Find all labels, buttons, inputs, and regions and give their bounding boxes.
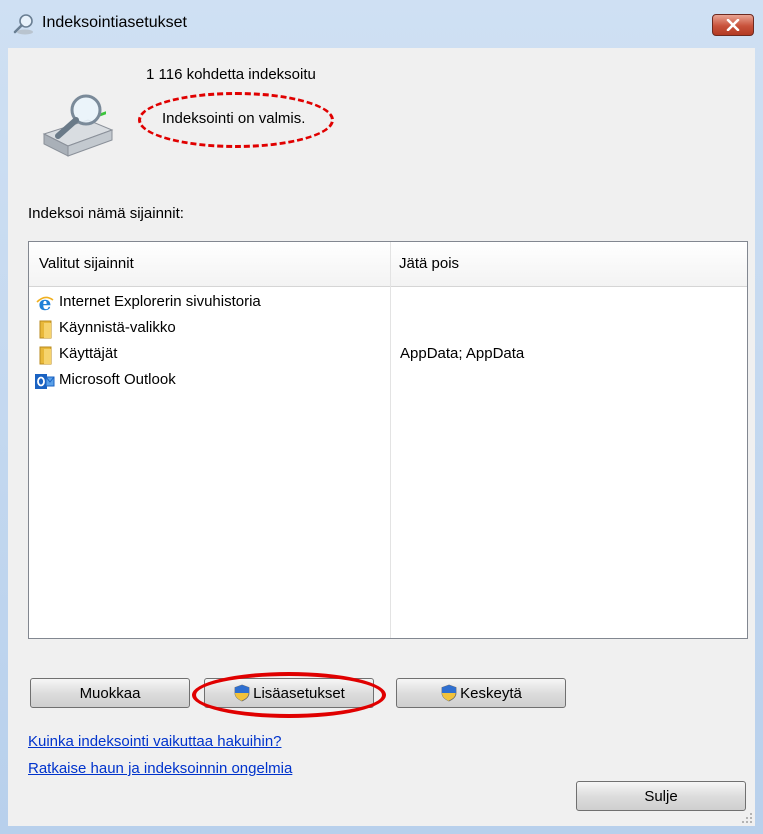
folder-icon [39, 346, 52, 365]
uac-shield-icon [441, 684, 457, 702]
outlook-icon [35, 374, 55, 389]
folder-icon [39, 320, 52, 339]
location-exclusions: AppData; AppData [400, 345, 525, 362]
status-annotation-circle [138, 92, 334, 148]
how-indexing-affects-link[interactable]: Kuinka indeksointi vaikuttaa hakuihin? [28, 733, 282, 750]
column-header-selected-locations[interactable]: Valitut sijainnit [39, 255, 134, 272]
indexing-options-icon [13, 14, 33, 35]
dialog-body: 1 116 kohdetta indeksoitu Indeksointi on… [8, 48, 755, 826]
resize-grip-icon[interactable] [741, 812, 753, 824]
indexed-locations-list[interactable]: Valitut sijainnit Jätä pois e Internet E… [28, 241, 748, 639]
close-window-button[interactable] [712, 14, 754, 36]
svg-text:e: e [39, 293, 52, 313]
internet-explorer-icon: e [36, 293, 54, 313]
indexed-item-count: 1 116 kohdetta indeksoitu [146, 66, 316, 83]
close-button[interactable]: Sulje [576, 781, 746, 811]
list-item[interactable]: Käyttäjät AppData; AppData [35, 343, 745, 367]
title-bar[interactable]: Indeksointiasetukset [0, 0, 763, 48]
indexing-options-window: Indeksointiasetukset 1 116 kohdetta inde… [0, 0, 763, 834]
list-item[interactable]: Käynnistä-valikko [35, 317, 745, 341]
list-item[interactable]: Microsoft Outlook [35, 369, 745, 393]
modify-button-label: Muokkaa [79, 684, 141, 702]
pause-button[interactable]: Keskeytä [396, 678, 566, 708]
close-icon [726, 19, 740, 31]
window-title: Indeksointiasetukset [42, 14, 187, 31]
column-header-exclude[interactable]: Jätä pois [399, 255, 459, 272]
list-header: Valitut sijainnit Jätä pois [29, 242, 747, 287]
location-name: Käyttäjät [59, 345, 118, 362]
location-name: Microsoft Outlook [59, 371, 176, 388]
list-item[interactable]: e Internet Explorerin sivuhistoria [35, 291, 745, 315]
locations-section-label: Indeksoi nämä sijainnit: [28, 205, 184, 222]
indexing-drive-icon [42, 94, 114, 157]
pause-button-label: Keskeytä [460, 684, 522, 702]
troubleshoot-link[interactable]: Ratkaise haun ja indeksoinnin ongelmia [28, 760, 292, 777]
modify-button[interactable]: Muokkaa [30, 678, 190, 708]
location-name: Internet Explorerin sivuhistoria [59, 293, 261, 310]
location-name: Käynnistä-valikko [59, 319, 176, 336]
close-button-label: Sulje [644, 787, 678, 805]
advanced-annotation-circle [192, 672, 386, 718]
